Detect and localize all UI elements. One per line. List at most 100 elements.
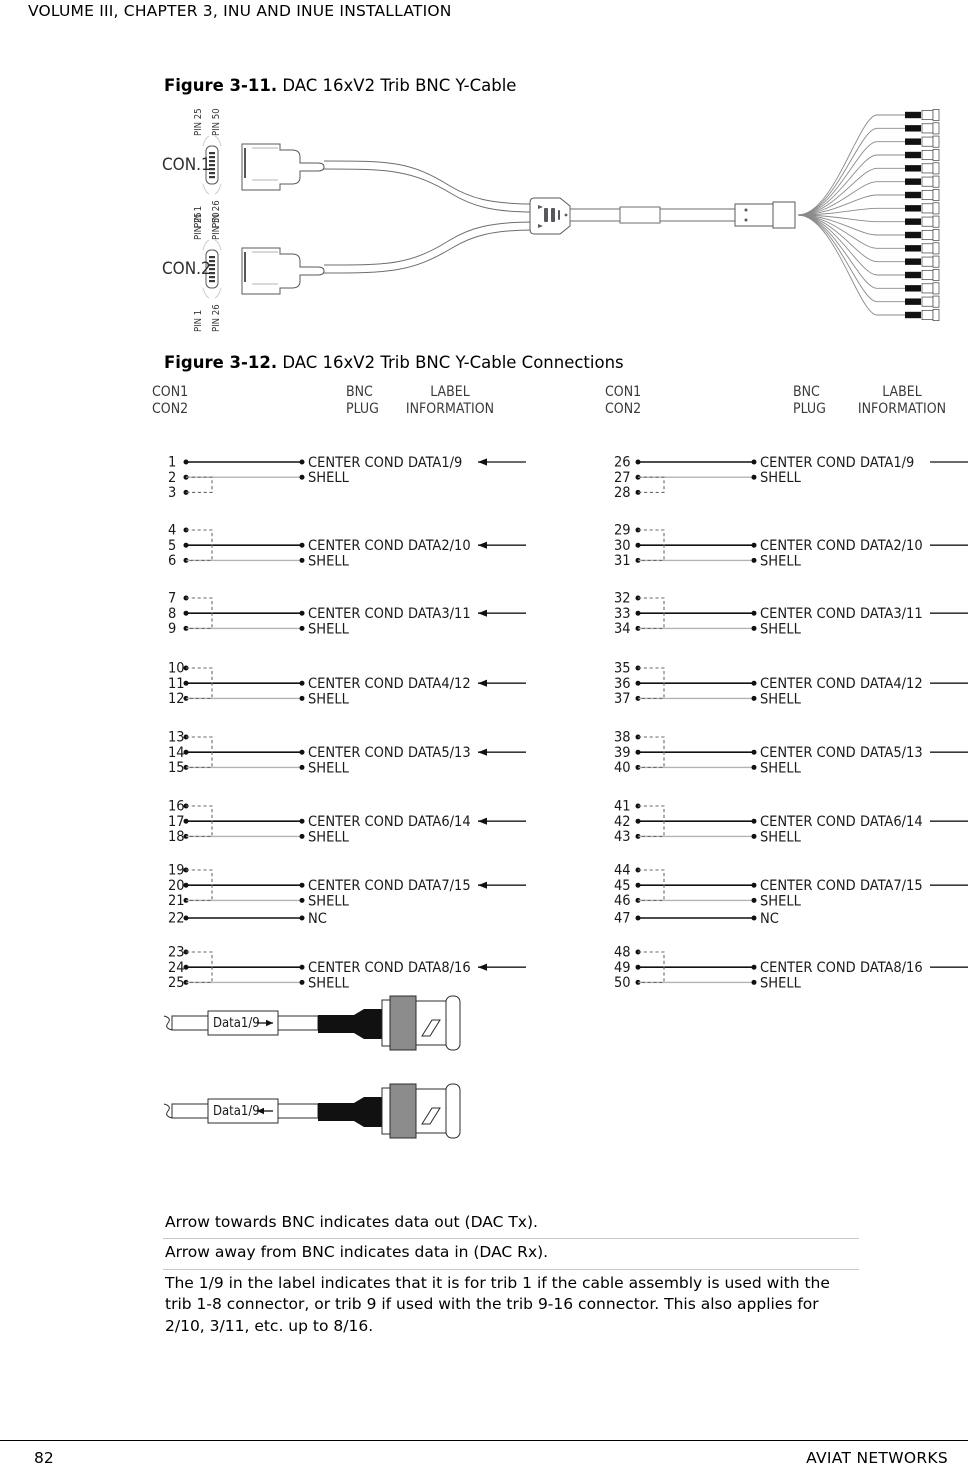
bnc-terminal-label: CENTER COND: [760, 538, 856, 554]
pin-number: 23: [168, 945, 185, 961]
bnc-terminal-label: SHELL: [760, 470, 802, 486]
plug-dot: [751, 833, 757, 839]
plug-dot: [751, 764, 757, 770]
pin-number: 45: [614, 878, 631, 894]
pin-label: PIN 25: [193, 212, 204, 240]
column-header: INFORMATION: [858, 401, 946, 417]
bnc-terminal-label: CENTER COND: [308, 814, 404, 830]
pin-number: 21: [168, 893, 185, 909]
plug-dot: [299, 557, 305, 563]
pin-number: 11: [168, 676, 185, 692]
bnc-terminal-label: SHELL: [308, 975, 350, 991]
figure-3-11-number: Figure 3-11.: [164, 76, 278, 95]
pin-number: 32: [614, 591, 631, 607]
pin-number: 14: [168, 745, 185, 761]
note-row: The 1/9 in the label indicates that it i…: [163, 1268, 859, 1342]
pin-number: 1: [168, 455, 176, 471]
plug-dot: [751, 625, 757, 631]
plug-dot: [299, 764, 305, 770]
plug-dot: [299, 625, 305, 631]
bnc-terminal-label: CENTER COND: [760, 745, 856, 761]
pin-number: 43: [614, 829, 631, 845]
column-header: CON1: [605, 384, 641, 400]
pin-number: 49: [614, 960, 631, 976]
pin-number: 18: [168, 829, 185, 845]
bnc-terminal-label: CENTER COND: [760, 814, 856, 830]
pin-number: 26: [614, 455, 631, 471]
cable-label: Data1/9: [213, 1016, 260, 1031]
plug-dot: [751, 979, 757, 985]
bnc-terminal-label: CENTER COND: [760, 960, 856, 976]
data-label: DATA4/12: [408, 676, 471, 692]
pin-number: 24: [168, 960, 185, 976]
pin-number: 5: [168, 538, 176, 554]
pin-number: 20: [168, 878, 185, 894]
pin-label: PIN 50: [211, 212, 222, 240]
plug-dot: [751, 557, 757, 563]
data-label: DATA5/13: [408, 745, 471, 761]
pin-number: 12: [168, 691, 185, 707]
bnc-terminal-label: NC: [760, 911, 779, 927]
plug-dot: [299, 749, 305, 755]
data-label: DATA4/12: [860, 676, 923, 692]
bnc-terminal-label: CENTER COND: [308, 606, 404, 622]
column-header: CON1: [152, 384, 188, 400]
pin-number: 48: [614, 945, 631, 961]
bnc-plug-detail-image: Data1/9 Data1/9: [160, 990, 490, 1160]
pin-label: PIN 50: [211, 108, 222, 136]
pin-number: 27: [614, 470, 631, 486]
plug-dot: [751, 897, 757, 903]
plug-dot: [299, 542, 305, 548]
bnc-terminal-label: SHELL: [760, 691, 802, 707]
bnc-terminal-label: SHELL: [308, 470, 350, 486]
plug-dot: [751, 882, 757, 888]
pin-number: 7: [168, 591, 176, 607]
data-label: DATA3/11: [860, 606, 923, 622]
data-label: DATA6/14: [860, 814, 923, 830]
plug-dot: [299, 610, 305, 616]
bnc-terminal-label: SHELL: [308, 893, 350, 909]
plug-dot: [299, 964, 305, 970]
pin-label: PIN 25: [193, 108, 204, 136]
bnc-terminal-label: CENTER COND: [308, 960, 404, 976]
column-header: CON2: [605, 401, 641, 417]
pin-number: 35: [614, 661, 631, 677]
pin-number: 29: [614, 523, 631, 539]
note-row: Arrow towards BNC indicates data out (DA…: [165, 1213, 538, 1231]
bnc-terminal-label: CENTER COND: [760, 606, 856, 622]
plug-dot: [751, 459, 757, 465]
footer-company: AVIAT NETWORKS: [806, 1449, 948, 1467]
pin-number: 30: [614, 538, 631, 554]
data-label: DATA8/16: [860, 960, 923, 976]
bridge-jumper: [638, 476, 665, 493]
bnc-terminal-label: CENTER COND: [308, 745, 404, 761]
pin-number: 37: [614, 691, 631, 707]
pin-number: 34: [614, 621, 631, 637]
column-header: CON2: [152, 401, 188, 417]
pin-label: PIN 1: [193, 310, 204, 332]
data-label: DATA7/15: [408, 878, 471, 894]
pin-number: 28: [614, 485, 631, 501]
plug-dot: [299, 979, 305, 985]
direction-arrow-head: [478, 748, 487, 756]
bnc-terminal-label: CENTER COND: [308, 538, 404, 554]
bnc-terminal-label: SHELL: [308, 691, 350, 707]
pin-number: 47: [614, 911, 631, 927]
plug-dot: [751, 818, 757, 824]
bnc-terminal-label: CENTER COND: [760, 455, 856, 471]
plug-dot: [751, 474, 757, 480]
bnc-terminal-label: SHELL: [308, 829, 350, 845]
pin-number: 19: [168, 863, 185, 879]
data-label: DATA1/9: [860, 455, 914, 471]
plug-dot: [299, 818, 305, 824]
figure-3-12-caption: Figure 3-12. DAC 16xV2 Trib BNC Y-Cable …: [164, 353, 624, 372]
plug-dot: [751, 695, 757, 701]
bridge-jumper: [186, 476, 213, 493]
direction-arrow-head: [478, 458, 487, 466]
pin-number: 50: [614, 975, 631, 991]
data-label: DATA2/10: [408, 538, 471, 554]
column-header: PLUG: [793, 401, 826, 417]
bnc-terminal-label: SHELL: [308, 621, 350, 637]
column-header: INFORMATION: [406, 401, 494, 417]
bnc-terminal-label: SHELL: [760, 760, 802, 776]
